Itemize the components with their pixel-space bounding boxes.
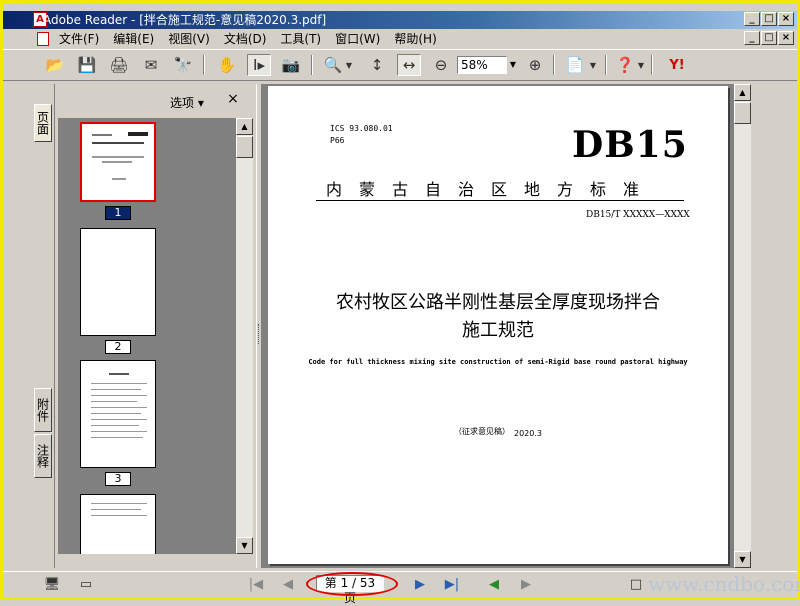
page-number-label: 1 bbox=[105, 206, 131, 220]
fit-width-icon[interactable]: ↔ bbox=[397, 54, 421, 76]
standard-brand: DB15 bbox=[572, 124, 688, 166]
toolbar-separator bbox=[605, 55, 607, 75]
maximize-button[interactable]: □ bbox=[761, 12, 777, 26]
document-title-line-2: 施工规范 bbox=[462, 320, 534, 341]
menu-edit[interactable]: 编辑(E) bbox=[113, 29, 154, 49]
page-layout-icon[interactable]: ▭ bbox=[77, 576, 95, 594]
monitor-icon[interactable]: 🖥 bbox=[43, 576, 61, 594]
standard-type: 内蒙古自治区地方标准 bbox=[326, 180, 657, 199]
chevron-down-icon[interactable]: ▼ bbox=[343, 54, 355, 76]
document-viewport: ICS 93.080.01 P66 DB15 内蒙古自治区地方标准 DB15/T… bbox=[262, 84, 734, 568]
chevron-down-icon[interactable]: ▼ bbox=[587, 54, 599, 76]
tab-comments[interactable]: 注释 bbox=[34, 434, 52, 478]
thumbnail-page-2[interactable] bbox=[80, 228, 156, 336]
menu-document[interactable]: 文档(D) bbox=[224, 29, 267, 49]
first-page-icon[interactable]: |◀ bbox=[247, 576, 265, 594]
document-date: 2020.3 bbox=[514, 429, 542, 438]
go-back-icon[interactable]: ◀ bbox=[485, 576, 503, 594]
doc-minimize-button[interactable]: _ bbox=[744, 31, 760, 45]
doc-restore-button[interactable]: □ bbox=[761, 31, 777, 45]
highlight-ellipse bbox=[306, 572, 398, 596]
menu-file[interactable]: 文件(F) bbox=[59, 29, 99, 49]
page-number-label: 2 bbox=[105, 340, 131, 354]
panel-header: 选项 ▾ × bbox=[55, 84, 255, 116]
minimize-button[interactable]: _ bbox=[744, 12, 760, 26]
thumbnail-page-1[interactable] bbox=[80, 122, 156, 202]
find-icon[interactable]: 🔭 bbox=[171, 54, 195, 76]
standard-number: DB15/T XXXXX—XXXX bbox=[586, 210, 690, 220]
thumbnail-list: 1 2 3 bbox=[58, 118, 236, 554]
hand-icon[interactable]: ✋ bbox=[215, 54, 239, 76]
navigation-tabs: 页面 附件 注释 bbox=[32, 84, 55, 568]
pdf-page: ICS 93.080.01 P66 DB15 内蒙古自治区地方标准 DB15/T… bbox=[268, 86, 728, 564]
watermark-url: www.cndbo.com bbox=[648, 572, 800, 596]
document-scrollbar[interactable]: ▲ ▼ bbox=[734, 84, 751, 568]
zoom-out-icon[interactable]: ⊖ bbox=[429, 54, 453, 76]
window-title: Adobe Reader - [拌合施工规范-意见稿2020.3.pdf] bbox=[43, 13, 327, 27]
pdf-document-icon[interactable] bbox=[37, 32, 49, 46]
document-title-line-1: 农村牧区公路半刚性基层全厚度现场拌合 bbox=[336, 292, 660, 313]
pages-icon[interactable]: 📄 bbox=[563, 54, 587, 76]
english-title: Code for full thickness mixing site cons… bbox=[308, 358, 688, 366]
email-icon[interactable]: ✉ bbox=[139, 54, 163, 76]
go-forward-icon[interactable]: ▶ bbox=[517, 576, 535, 594]
zoom-plus-icon[interactable]: ⊕ bbox=[523, 54, 547, 76]
menu-tools[interactable]: 工具(T) bbox=[280, 29, 321, 49]
help-icon[interactable]: ❓ bbox=[613, 54, 637, 76]
previous-page-icon[interactable]: ◀ bbox=[279, 576, 297, 594]
open-icon[interactable]: 📂 bbox=[43, 54, 67, 76]
menu-bar: 文件(F) 编辑(E) 视图(V) 文档(D) 工具(T) 窗口(W) 帮助(H… bbox=[3, 29, 797, 49]
last-page-icon[interactable]: ▶| bbox=[443, 576, 461, 594]
single-page-icon[interactable]: □ bbox=[627, 576, 645, 594]
scroll-up-icon[interactable]: ▲ bbox=[236, 118, 253, 135]
thumbnail-scrollbar[interactable]: ▲ ▼ bbox=[236, 118, 253, 554]
zoom-in-tool-icon[interactable]: 🔍 bbox=[321, 54, 345, 76]
next-page-icon[interactable]: ▶ bbox=[411, 576, 429, 594]
title-bar: A Adobe Reader - [拌合施工规范-意见稿2020.3.pdf] … bbox=[3, 11, 797, 29]
tab-attachments[interactable]: 附件 bbox=[34, 388, 52, 432]
page-number-label: 3 bbox=[105, 472, 131, 486]
close-icon[interactable]: × bbox=[225, 91, 241, 107]
select-text-icon[interactable]: I▸ bbox=[247, 54, 271, 76]
thumbnail-panel: 选项 ▾ × 1 2 3 ▲ ▼ bbox=[55, 84, 255, 568]
scroll-thumb[interactable] bbox=[734, 102, 751, 124]
fit-page-icon[interactable]: ↕ bbox=[365, 54, 389, 76]
snapshot-icon[interactable]: 📷 bbox=[279, 54, 303, 76]
options-menu[interactable]: 选项 ▾ bbox=[170, 94, 204, 111]
zoom-dropdown-icon[interactable]: ▼ bbox=[507, 56, 519, 74]
yahoo-icon[interactable]: Y! bbox=[659, 54, 695, 76]
header-rule bbox=[316, 200, 684, 201]
toolbar-separator bbox=[553, 55, 555, 75]
menu-window[interactable]: 窗口(W) bbox=[335, 29, 380, 49]
toolbar-separator bbox=[311, 55, 313, 75]
toolbar-separator bbox=[203, 55, 205, 75]
tab-pages[interactable]: 页面 bbox=[34, 104, 52, 142]
scroll-up-icon[interactable]: ▲ bbox=[734, 84, 751, 101]
chevron-down-icon[interactable]: ▼ bbox=[635, 54, 647, 76]
thumbnail-page-3[interactable] bbox=[80, 360, 156, 468]
draft-label: （征求意见稿） bbox=[454, 427, 510, 436]
menu-help[interactable]: 帮助(H) bbox=[394, 29, 436, 49]
save-icon[interactable]: 💾 bbox=[75, 54, 99, 76]
doc-close-button[interactable]: × bbox=[778, 31, 794, 45]
scroll-down-icon[interactable]: ▼ bbox=[236, 537, 253, 554]
print-icon[interactable]: 🖨 bbox=[107, 54, 131, 76]
scroll-thumb[interactable] bbox=[236, 136, 253, 158]
ics-code: ICS 93.080.01 bbox=[330, 124, 393, 133]
scroll-down-icon[interactable]: ▼ bbox=[734, 551, 751, 568]
menu-view[interactable]: 视图(V) bbox=[168, 29, 210, 49]
toolbar-separator bbox=[651, 55, 653, 75]
options-label: 选项 bbox=[170, 96, 195, 110]
classification-code: P66 bbox=[330, 136, 345, 145]
toolbar: 📂 💾 🖨 ✉ 🔭 ✋ I▸ 📷 🔍 ▼ ↕ ↔ ⊖ 58% ▼ ⊕ 📄 ▼ ❓… bbox=[3, 49, 797, 81]
thumbnail-page-4[interactable] bbox=[80, 494, 156, 554]
close-button[interactable]: × bbox=[778, 12, 794, 26]
zoom-input[interactable]: 58% bbox=[457, 56, 507, 74]
